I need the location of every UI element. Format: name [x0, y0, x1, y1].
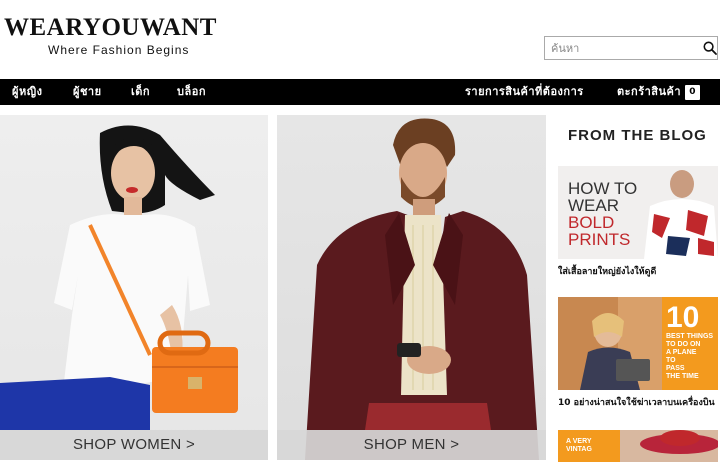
- blog-thumb-vintage: A VERY VINTAG: [558, 430, 718, 462]
- nav-item-blog[interactable]: บล็อก: [177, 79, 206, 105]
- wishlist-link[interactable]: รายการสินค้าที่ต้องการ: [465, 79, 584, 105]
- vintage-hat-image: [620, 430, 718, 462]
- nav-item-men[interactable]: ผู้ชาย: [73, 79, 102, 105]
- thumb-text-plane: 10 BEST THINGS TO DO ON A PLANE TO PASS …: [662, 303, 718, 381]
- men-model-image: [305, 118, 539, 460]
- thumb-line: THE TIME: [666, 373, 699, 380]
- women-model-image: [0, 125, 238, 430]
- thumb-line: TO DO ON: [666, 341, 701, 348]
- search-icon[interactable]: [702, 37, 717, 59]
- blog-post-bold-prints[interactable]: HOW TO WEAR BOLD PRINTS ใส่เสื้อลายใหญ่ย…: [558, 166, 718, 278]
- shop-men-label: SHOP MEN >: [277, 430, 546, 460]
- blog-thumb-plane: 10 BEST THINGS TO DO ON A PLANE TO PASS …: [558, 297, 718, 390]
- printed-shirt-man-image: [644, 170, 718, 259]
- main-nav: ผู้หญิง ผู้ชาย เด็ก บล็อก รายการสินค้าที…: [0, 79, 720, 105]
- shop-women-label: SHOP WOMEN >: [0, 430, 268, 460]
- brand-name: WearYouWant: [4, 14, 217, 41]
- thumb-line: A VERY: [566, 438, 592, 445]
- thumb-line: BEST THINGS: [666, 333, 714, 340]
- blog-heading: FROM THE BLOG: [568, 127, 707, 144]
- thumb-number: 10: [666, 301, 700, 334]
- thumb-line: A PLANE: [666, 349, 697, 356]
- shop-women-banner[interactable]: SHOP WOMEN >: [0, 115, 268, 460]
- thumb-line: PASS: [666, 365, 685, 372]
- cart-link[interactable]: ตะกร้าสินค้า 0: [617, 79, 701, 105]
- blog-caption: ใส่เสื้อลายใหญ่ยังไงให้ดูดี: [558, 267, 657, 277]
- brand-tagline: Where Fashion Begins: [48, 43, 190, 57]
- thumb-line: VINTAG: [566, 446, 592, 453]
- blog-thumb-bold-prints: HOW TO WEAR BOLD PRINTS: [558, 166, 718, 259]
- blog-caption: 10 อย่างน่าสนใจใช้ฆ่าเวลาบนเครื่องบิน: [558, 398, 715, 408]
- shop-men-banner[interactable]: SHOP MEN >: [277, 115, 546, 460]
- search-input[interactable]: [545, 37, 702, 59]
- search-box: [544, 36, 718, 60]
- nav-item-women[interactable]: ผู้หญิง: [12, 79, 42, 105]
- blog-post-vintage[interactable]: A VERY VINTAG: [558, 430, 718, 462]
- cart-label: ตะกร้าสินค้า: [617, 85, 682, 98]
- nav-item-kids[interactable]: เด็ก: [131, 79, 150, 105]
- site-logo[interactable]: WearYouWant Where Fashion Begins: [4, 14, 244, 57]
- blog-post-plane[interactable]: 10 BEST THINGS TO DO ON A PLANE TO PASS …: [558, 297, 718, 409]
- cart-count-badge: 0: [685, 84, 701, 100]
- thumb-line: TO: [666, 357, 676, 364]
- thumb-text-vintage: A VERY VINTAG: [558, 430, 620, 462]
